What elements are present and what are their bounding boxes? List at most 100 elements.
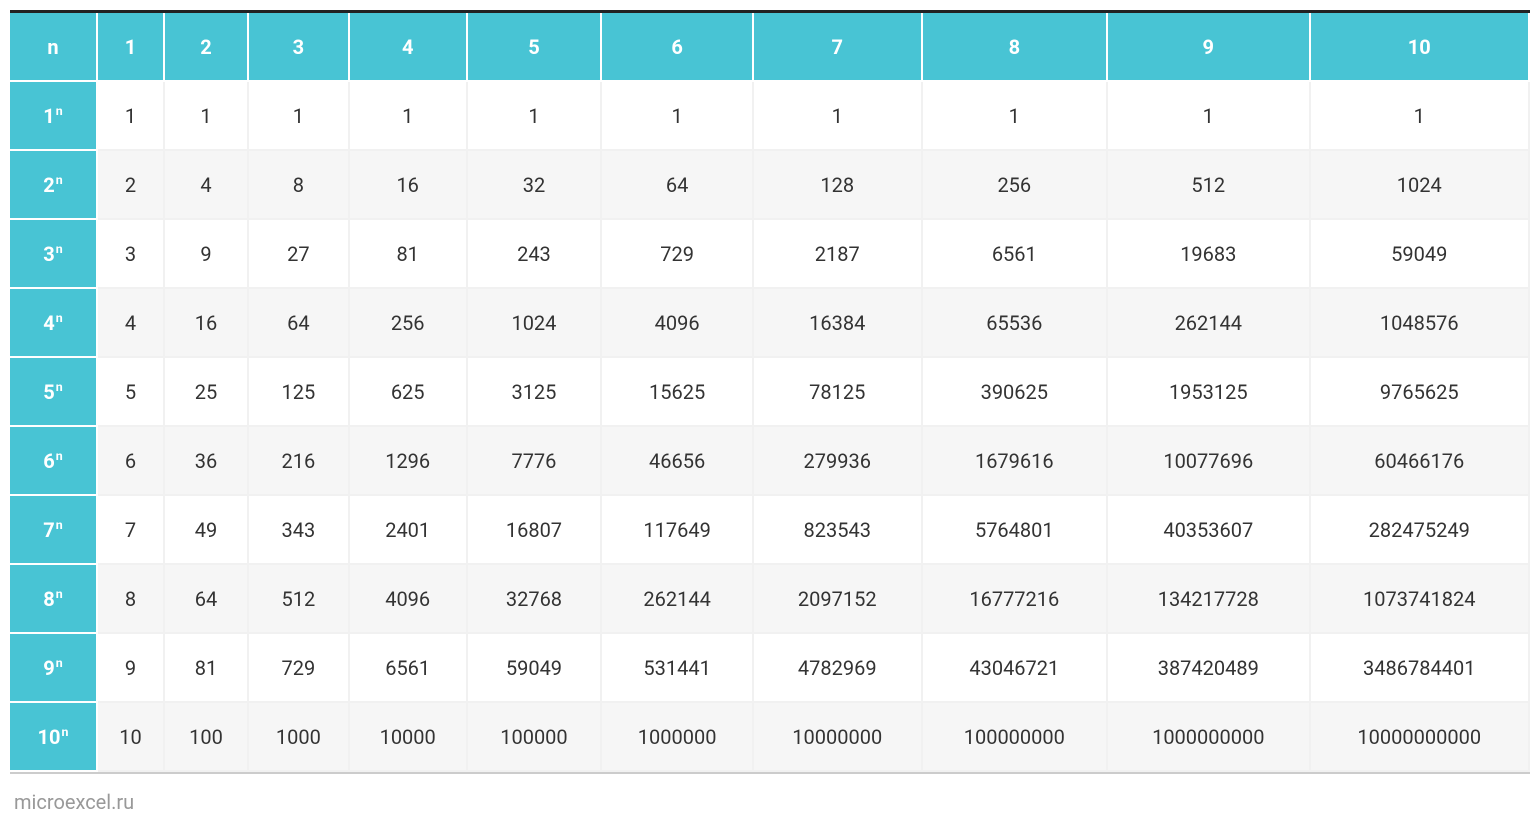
cell: 3486784401 — [1311, 634, 1530, 703]
col-header: 7 — [754, 13, 923, 82]
row-header-exponent: n — [56, 104, 63, 119]
cell: 1024 — [1311, 151, 1530, 220]
table-row: 5n 5 25 125 625 3125 15625 78125 390625 … — [10, 358, 1530, 427]
row-header-exponent: n — [56, 380, 63, 395]
table-body: 1n 1 1 1 1 1 1 1 1 1 1 2n 2 4 8 16 32 64… — [10, 82, 1530, 772]
cell: 8 — [98, 565, 165, 634]
table-row: 9n 9 81 729 6561 59049 531441 4782969 43… — [10, 634, 1530, 703]
row-header: 1n — [10, 82, 98, 151]
row-header-exponent: n — [56, 656, 63, 671]
cell: 2097152 — [754, 565, 923, 634]
cell: 16 — [165, 289, 249, 358]
cell: 3 — [98, 220, 165, 289]
cell: 282475249 — [1311, 496, 1530, 565]
cell: 512 — [249, 565, 350, 634]
cell: 2187 — [754, 220, 923, 289]
cell: 10077696 — [1108, 427, 1310, 496]
footer-credit: microexcel.ru — [10, 774, 1530, 814]
row-header-base: 10 — [38, 725, 61, 749]
powers-table: n 1 2 3 4 5 6 7 8 9 10 1n 1 1 1 1 1 1 — [10, 13, 1530, 772]
powers-table-wrap: n 1 2 3 4 5 6 7 8 9 10 1n 1 1 1 1 1 1 — [10, 10, 1530, 774]
cell: 16384 — [754, 289, 923, 358]
cell: 1048576 — [1311, 289, 1530, 358]
cell: 16807 — [468, 496, 603, 565]
row-header-base: 8 — [43, 587, 54, 611]
cell: 823543 — [754, 496, 923, 565]
cell: 100 — [165, 703, 249, 772]
row-header: 4n — [10, 289, 98, 358]
cell: 625 — [350, 358, 468, 427]
cell: 1 — [468, 82, 603, 151]
col-header: 5 — [468, 13, 603, 82]
table-row: 3n 3 9 27 81 243 729 2187 6561 19683 590… — [10, 220, 1530, 289]
cell: 1 — [1108, 82, 1310, 151]
row-header-base: 2 — [43, 173, 54, 197]
cell: 10000 — [350, 703, 468, 772]
col-header: 3 — [249, 13, 350, 82]
cell: 40353607 — [1108, 496, 1310, 565]
cell: 4096 — [350, 565, 468, 634]
cell: 59049 — [1311, 220, 1530, 289]
cell: 125 — [249, 358, 350, 427]
row-header: 9n — [10, 634, 98, 703]
cell: 9 — [98, 634, 165, 703]
cell: 729 — [602, 220, 754, 289]
cell: 1 — [249, 82, 350, 151]
col-header: 10 — [1311, 13, 1530, 82]
cell: 16777216 — [923, 565, 1109, 634]
cell: 256 — [350, 289, 468, 358]
cell: 59049 — [468, 634, 603, 703]
cell: 1 — [165, 82, 249, 151]
col-header: 2 — [165, 13, 249, 82]
cell: 32 — [468, 151, 603, 220]
cell: 1000 — [249, 703, 350, 772]
row-header-base: 9 — [43, 656, 54, 680]
cell: 64 — [602, 151, 754, 220]
cell: 5 — [98, 358, 165, 427]
cell: 81 — [350, 220, 468, 289]
cell: 117649 — [602, 496, 754, 565]
cell: 729 — [249, 634, 350, 703]
cell: 27 — [249, 220, 350, 289]
row-header-base: 3 — [43, 242, 54, 266]
cell: 1 — [98, 82, 165, 151]
col-header: 8 — [923, 13, 1109, 82]
cell: 43046721 — [923, 634, 1109, 703]
cell: 8 — [249, 151, 350, 220]
cell: 7 — [98, 496, 165, 565]
col-header: 6 — [602, 13, 754, 82]
cell: 262144 — [1108, 289, 1310, 358]
cell: 65536 — [923, 289, 1109, 358]
table-row: 10n 10 100 1000 10000 100000 1000000 100… — [10, 703, 1530, 772]
cell: 134217728 — [1108, 565, 1310, 634]
cell: 19683 — [1108, 220, 1310, 289]
col-header: 1 — [98, 13, 165, 82]
cell: 1 — [754, 82, 923, 151]
cell: 262144 — [602, 565, 754, 634]
cell: 15625 — [602, 358, 754, 427]
cell: 1073741824 — [1311, 565, 1530, 634]
cell: 3125 — [468, 358, 603, 427]
cell: 279936 — [754, 427, 923, 496]
cell: 216 — [249, 427, 350, 496]
cell: 32768 — [468, 565, 603, 634]
cell: 1 — [1311, 82, 1530, 151]
col-header: 4 — [350, 13, 468, 82]
cell: 256 — [923, 151, 1109, 220]
row-header-base: 7 — [43, 518, 54, 542]
cell: 9765625 — [1311, 358, 1530, 427]
cell: 1679616 — [923, 427, 1109, 496]
cell: 81 — [165, 634, 249, 703]
table-header: n 1 2 3 4 5 6 7 8 9 10 — [10, 13, 1530, 82]
cell: 2 — [98, 151, 165, 220]
cell: 1 — [923, 82, 1109, 151]
row-header: 6n — [10, 427, 98, 496]
cell: 46656 — [602, 427, 754, 496]
cell: 7776 — [468, 427, 603, 496]
cell: 6 — [98, 427, 165, 496]
row-header-exponent: n — [56, 311, 63, 326]
row-header: 7n — [10, 496, 98, 565]
row-header-base: 5 — [43, 380, 54, 404]
cell: 2401 — [350, 496, 468, 565]
table-row: 2n 2 4 8 16 32 64 128 256 512 1024 — [10, 151, 1530, 220]
